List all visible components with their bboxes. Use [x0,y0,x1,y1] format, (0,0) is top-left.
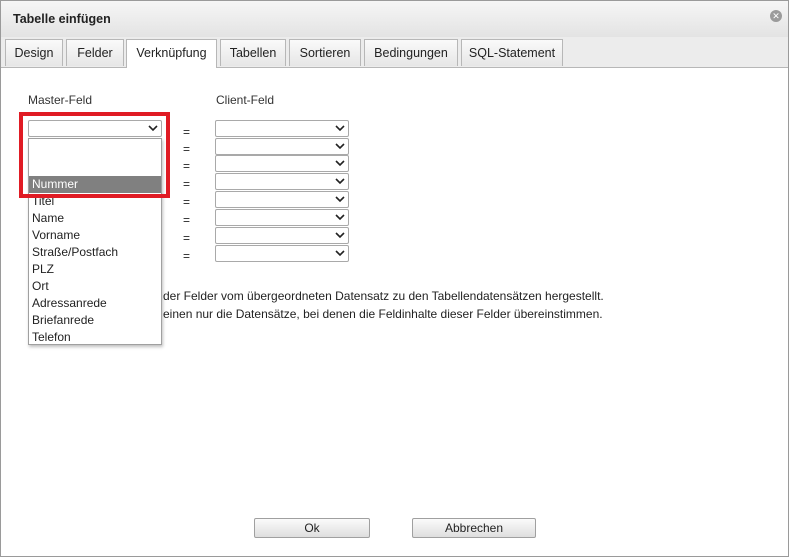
tab-sql-statement[interactable]: SQL-Statement [461,39,563,66]
equals-sign: = [183,195,191,209]
client-field-select-8[interactable] [215,245,349,262]
tab-sortieren[interactable]: Sortieren [289,39,361,66]
chevron-down-icon [335,125,345,132]
tab-felder[interactable]: Felder [66,39,124,66]
chevron-down-icon [335,160,345,167]
dropdown-option-ort[interactable]: Ort [29,278,161,295]
equals-sign: = [183,213,191,227]
equals-sign: = [183,231,191,245]
client-field-select-1[interactable] [215,120,349,137]
ok-button[interactable]: Ok [254,518,370,538]
client-field-select-4[interactable] [215,173,349,190]
chevron-down-icon [335,232,345,239]
equals-sign: = [183,125,191,139]
tab-design[interactable]: Design [5,39,63,66]
title-bar: Tabelle einfügen ✕ [1,1,788,38]
dialog-title: Tabelle einfügen [13,12,111,26]
close-icon[interactable]: ✕ [770,10,782,22]
tab-verknuepfung[interactable]: Verknüpfung [126,39,217,68]
master-field-header: Master-Feld [28,93,93,107]
dropdown-option-plz[interactable]: PLZ [29,261,161,278]
chevron-down-icon [335,250,345,257]
chevron-down-icon [335,214,345,221]
description-line-2: einen nur die Datensätze, bei denen die … [163,307,603,321]
client-field-select-3[interactable] [215,155,349,172]
dropdown-option-name[interactable]: Name [29,210,161,227]
cancel-button[interactable]: Abbrechen [412,518,536,538]
client-field-select-6[interactable] [215,209,349,226]
dropdown-option-briefanrede[interactable]: Briefanrede [29,312,161,329]
equals-sign: = [183,177,191,191]
dropdown-option-vorname[interactable]: Vorname [29,227,161,244]
chevron-down-icon [335,143,345,150]
equals-sign: = [183,249,191,263]
insert-table-dialog: Tabelle einfügen ✕ Design Felder Verknüp… [0,0,789,557]
tab-tabellen[interactable]: Tabellen [220,39,286,66]
client-field-header: Client-Feld [216,93,275,107]
equals-sign: = [183,142,191,156]
client-field-select-5[interactable] [215,191,349,208]
highlight-box [19,112,170,198]
client-field-select-7[interactable] [215,227,349,244]
client-field-select-2[interactable] [215,138,349,155]
tab-bar: Design Felder Verknüpfung Tabellen Sorti… [1,37,788,68]
dropdown-option-telefon[interactable]: Telefon [29,329,161,344]
dropdown-option-adressanrede[interactable]: Adressanrede [29,295,161,312]
description-line-1: der Felder vom übergeordneten Datensatz … [163,289,604,303]
chevron-down-icon [335,178,345,185]
equals-sign: = [183,159,191,173]
tab-bedingungen[interactable]: Bedingungen [364,39,458,66]
dropdown-option-strasse-postfach[interactable]: Straße/Postfach [29,244,161,261]
chevron-down-icon [335,196,345,203]
